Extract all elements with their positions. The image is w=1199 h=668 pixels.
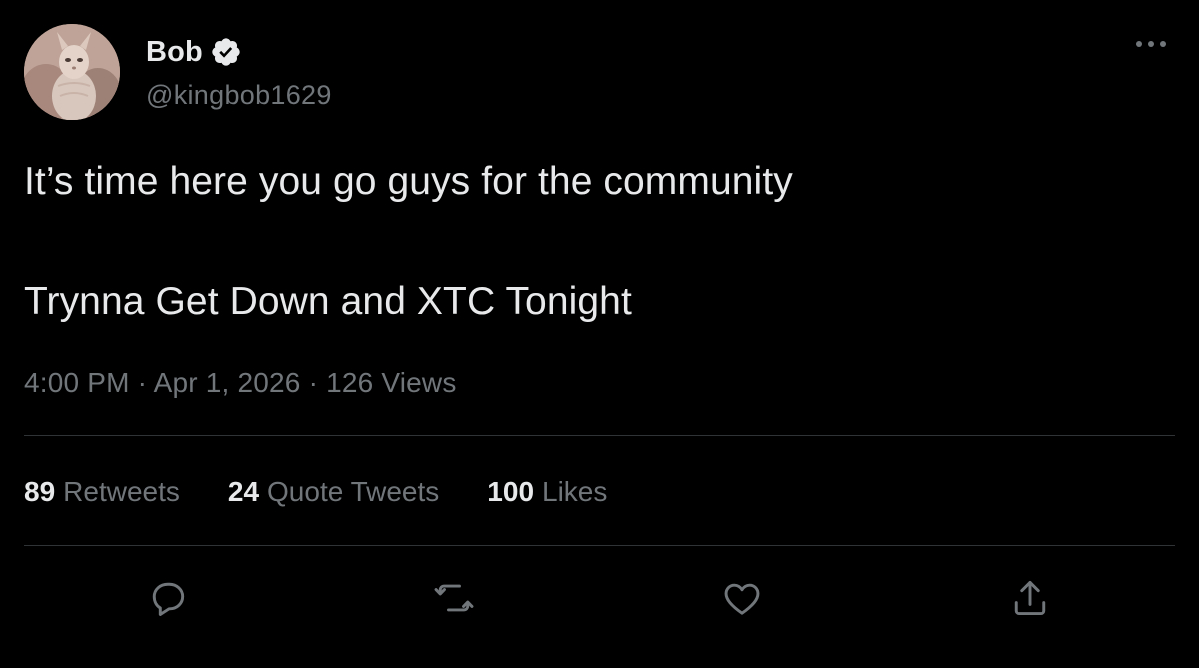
likes-label: Likes — [542, 476, 608, 507]
divider — [24, 435, 1175, 436]
engagement-stats: 89 Retweets 24 Quote Tweets 100 Likes — [24, 476, 655, 508]
quote-tweets-label: Quote Tweets — [267, 476, 440, 507]
avatar[interactable] — [24, 24, 120, 120]
retweets-count: 89 — [24, 476, 56, 507]
divider — [24, 545, 1175, 546]
like-icon[interactable] — [720, 576, 764, 620]
share-icon[interactable] — [1008, 576, 1052, 620]
display-name[interactable]: Bob — [146, 36, 203, 69]
retweets-stat[interactable]: 89 Retweets — [24, 476, 180, 508]
avatar-cat-photo-icon — [24, 24, 120, 120]
more-options-icon[interactable] — [1131, 26, 1171, 62]
tweet-timestamp-views[interactable]: 4:00 PM · Apr 1, 2026 · 126 Views — [24, 367, 457, 399]
verified-badge-icon — [210, 36, 242, 68]
quote-tweets-count: 24 — [227, 476, 260, 507]
likes-count: 100 — [487, 476, 535, 507]
user-handle[interactable]: @kingbob1629 — [146, 80, 332, 111]
tweet-detail: Bob @kingbob1629 It’s time here you go g… — [0, 0, 1199, 668]
tweet-text-line: It’s time here you go guys for the commu… — [24, 160, 793, 203]
quote-tweets-stat[interactable]: 24 Quote Tweets — [228, 476, 439, 508]
tweet-text-line: Trynna Get Down and XTC Tonight — [24, 280, 632, 323]
retweets-label: Retweets — [63, 476, 180, 507]
name-row: Bob — [146, 34, 332, 70]
reply-icon[interactable] — [146, 576, 190, 620]
author-block: Bob @kingbob1629 — [146, 34, 332, 111]
likes-stat[interactable]: 100 Likes — [487, 476, 607, 508]
retweet-icon[interactable] — [432, 576, 476, 620]
